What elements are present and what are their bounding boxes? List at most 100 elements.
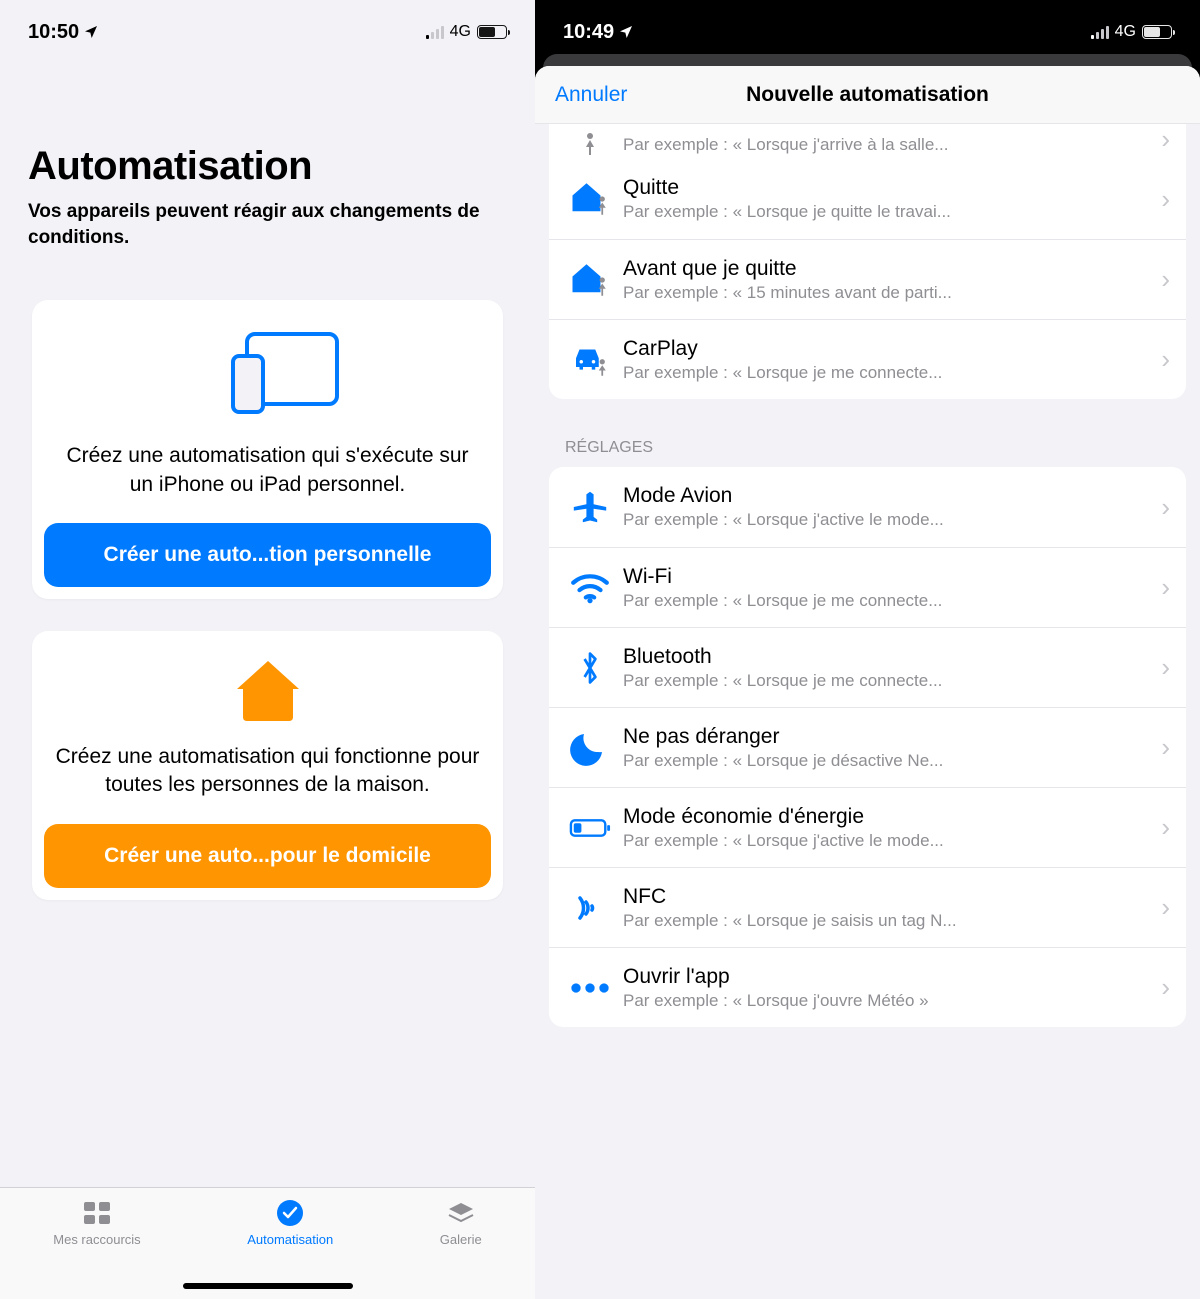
battery-low-icon <box>567 810 613 846</box>
nfc-icon <box>567 890 613 926</box>
trigger-subtitle: Par exemple : « Lorsque je désactive Ne.… <box>623 751 1153 771</box>
trigger-subtitle: Par exemple : « Lorsque je quitte le tra… <box>623 202 1153 222</box>
trigger-title: Mode Avion <box>623 484 1153 508</box>
chevron-right-icon: › <box>1161 184 1170 215</box>
chevron-right-icon: › <box>1161 572 1170 603</box>
car-icon <box>567 342 613 378</box>
tab-automation-label: Automatisation <box>247 1232 333 1247</box>
create-home-automation-button[interactable]: Créer une auto...pour le domicile <box>44 824 491 888</box>
section-label-settings: RÉGLAGES <box>535 439 1200 467</box>
network-label: 4G <box>450 23 471 41</box>
trigger-subtitle: Par exemple : « Lorsque j'ouvre Météo » <box>623 991 1153 1011</box>
personal-automation-card: Créez une automatisation qui s'exécute s… <box>32 300 503 599</box>
trigger-title: Ouvrir l'app <box>623 965 1153 989</box>
house-leave-icon <box>567 181 613 217</box>
trigger-title: Quitte <box>623 176 1153 200</box>
wifi-icon <box>567 570 613 606</box>
app-icon <box>567 970 613 1006</box>
location-triggers-group: Par exemple : « Lorsque j'arrive à la sa… <box>549 124 1186 399</box>
signal-icon <box>1091 25 1109 39</box>
grid-icon <box>82 1200 112 1226</box>
chevron-right-icon: › <box>1161 892 1170 923</box>
trigger-row-wifi[interactable]: Wi-FiPar exemple : « Lorsque je me conne… <box>549 547 1186 627</box>
chevron-right-icon: › <box>1161 264 1170 295</box>
sheet-title: Nouvelle automatisation <box>746 83 989 107</box>
status-bar: 10:49 4G <box>535 0 1200 54</box>
trigger-row-car[interactable]: CarPlayPar exemple : « Lorsque je me con… <box>549 319 1186 399</box>
tab-bar: Mes raccourcis Automatisation Galerie <box>0 1187 535 1299</box>
sheet-body[interactable]: Par exemple : « Lorsque j'arrive à la sa… <box>535 124 1200 1299</box>
trigger-title: Avant que je quitte <box>623 257 1153 281</box>
trigger-title: Mode économie d'énergie <box>623 805 1153 829</box>
trigger-subtitle: Par exemple : « 15 minutes avant de part… <box>623 283 1153 303</box>
trigger-subtitle: Par exemple : « Lorsque j'active le mode… <box>623 510 1153 530</box>
trigger-row-bluetooth[interactable]: BluetoothPar exemple : « Lorsque je me c… <box>549 627 1186 707</box>
page-title: Automatisation <box>0 54 535 195</box>
trigger-row-battery-low[interactable]: Mode économie d'énergiePar exemple : « L… <box>549 787 1186 867</box>
trigger-row-arrive-partial[interactable]: Par exemple : « Lorsque j'arrive à la sa… <box>549 124 1186 159</box>
chevron-right-icon: › <box>1161 652 1170 683</box>
trigger-title: CarPlay <box>623 337 1153 361</box>
trigger-row-house-before[interactable]: Avant que je quittePar exemple : « 15 mi… <box>549 239 1186 319</box>
home-indicator[interactable] <box>183 1283 353 1289</box>
trigger-row-nfc[interactable]: NFCPar exemple : « Lorsque je saisis un … <box>549 867 1186 947</box>
devices-icon <box>44 328 491 420</box>
trigger-subtitle: Par exemple : « Lorsque je me connecte..… <box>623 671 1153 691</box>
check-circle-icon <box>275 1200 305 1226</box>
status-bar: 10:50 4G <box>0 0 535 54</box>
trigger-subtitle: Par exemple : « Lorsque j'active le mode… <box>623 831 1153 851</box>
chevron-right-icon: › <box>1161 492 1170 523</box>
status-time: 10:49 <box>563 21 634 44</box>
trigger-subtitle: Par exemple : « Lorsque j'arrive à la sa… <box>623 135 1153 155</box>
sheet: Annuler Nouvelle automatisation Par exem… <box>535 66 1200 1299</box>
page-subtitle: Vos appareils peuvent réagir aux changem… <box>0 195 535 250</box>
chevron-right-icon: › <box>1161 732 1170 763</box>
trigger-row-moon[interactable]: Ne pas dérangerPar exemple : « Lorsque j… <box>549 707 1186 787</box>
trigger-subtitle: Par exemple : « Lorsque je saisis un tag… <box>623 911 1153 931</box>
home-automation-card: Créez une automatisation qui fonctionne … <box>32 631 503 900</box>
tab-automation[interactable]: Automatisation <box>247 1200 333 1247</box>
location-icon <box>618 24 634 40</box>
trigger-row-app[interactable]: Ouvrir l'appPar exemple : « Lorsque j'ou… <box>549 947 1186 1027</box>
sheet-container: Annuler Nouvelle automatisation Par exem… <box>535 54 1200 1299</box>
chevron-right-icon: › <box>1161 972 1170 1003</box>
trigger-title: NFC <box>623 885 1153 909</box>
personal-card-desc: Créez une automatisation qui s'exécute s… <box>44 442 491 499</box>
airplane-icon <box>567 489 613 525</box>
person-icon <box>567 133 613 155</box>
location-icon <box>83 24 99 40</box>
trigger-title: Wi-Fi <box>623 565 1153 589</box>
moon-icon <box>567 730 613 766</box>
trigger-row-airplane[interactable]: Mode AvionPar exemple : « Lorsque j'acti… <box>549 467 1186 547</box>
cancel-button[interactable]: Annuler <box>555 83 627 107</box>
settings-triggers-group: Mode AvionPar exemple : « Lorsque j'acti… <box>549 467 1186 1027</box>
screen-automation-home: 10:50 4G Automatisation Vos appareils pe… <box>0 0 535 1299</box>
trigger-title: Bluetooth <box>623 645 1153 669</box>
trigger-title: Ne pas déranger <box>623 725 1153 749</box>
screen-new-automation: 10:49 4G Annuler Nouvelle automatisation <box>535 0 1200 1299</box>
home-icon <box>44 659 491 721</box>
trigger-row-house-leave[interactable]: QuittePar exemple : « Lorsque je quitte … <box>549 159 1186 239</box>
status-indicators: 4G <box>1091 23 1172 41</box>
stack-icon <box>446 1200 476 1226</box>
home-card-desc: Créez une automatisation qui fonctionne … <box>44 743 491 800</box>
automation-cards: Créez une automatisation qui s'exécute s… <box>0 250 535 899</box>
battery-icon <box>477 25 507 39</box>
tab-gallery[interactable]: Galerie <box>440 1200 482 1247</box>
status-indicators: 4G <box>426 23 507 41</box>
house-before-icon <box>567 262 613 298</box>
network-label: 4G <box>1115 23 1136 41</box>
trigger-subtitle: Par exemple : « Lorsque je me connecte..… <box>623 363 1153 383</box>
signal-icon <box>426 25 444 39</box>
chevron-right-icon: › <box>1161 344 1170 375</box>
chevron-right-icon: › <box>1161 124 1170 155</box>
tab-gallery-label: Galerie <box>440 1232 482 1247</box>
chevron-right-icon: › <box>1161 812 1170 843</box>
tab-shortcuts[interactable]: Mes raccourcis <box>53 1200 140 1247</box>
trigger-subtitle: Par exemple : « Lorsque je me connecte..… <box>623 591 1153 611</box>
battery-icon <box>1142 25 1172 39</box>
sheet-header: Annuler Nouvelle automatisation <box>535 66 1200 124</box>
create-personal-automation-button[interactable]: Créer une auto...tion personnelle <box>44 523 491 587</box>
tab-shortcuts-label: Mes raccourcis <box>53 1232 140 1247</box>
status-time: 10:50 <box>28 21 99 44</box>
